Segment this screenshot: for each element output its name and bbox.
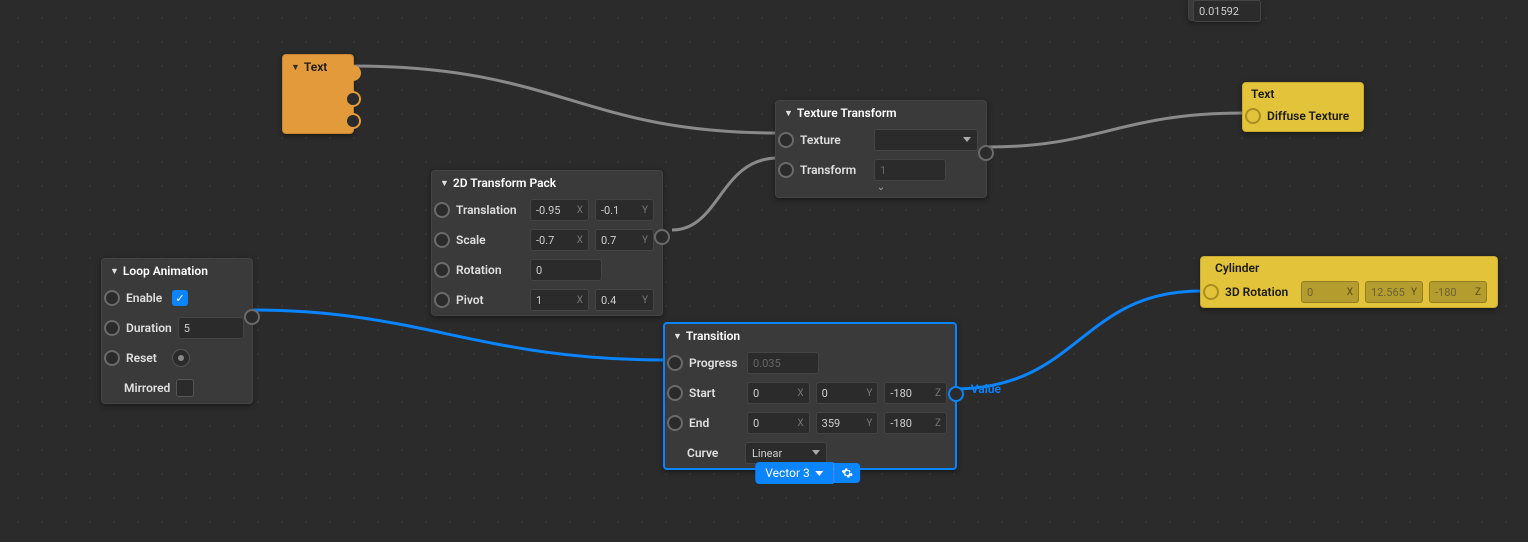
rotation-field[interactable]: 0 [530, 259, 602, 281]
chevron-down-icon: ▼ [110, 266, 119, 277]
node-title: Text [1251, 87, 1274, 101]
output-socket[interactable] [654, 229, 670, 245]
param-label: Translation [456, 203, 524, 217]
chevron-down-icon: ▼ [291, 62, 300, 73]
node-2d-transform-pack[interactable]: ▼ 2D Transform Pack Translation -0.95X -… [431, 170, 663, 316]
output-socket[interactable] [345, 113, 361, 129]
rot-z-field[interactable]: -180Z [1429, 281, 1487, 303]
reset-button[interactable] [172, 349, 190, 367]
chevron-down-icon: ▼ [673, 331, 682, 342]
node-header[interactable]: ▼ Texture Transform [776, 101, 986, 125]
node-header[interactable]: ▼ Loop Animation [102, 259, 252, 283]
mirrored-checkbox[interactable] [176, 379, 194, 397]
param-label: Pivot [456, 293, 524, 307]
translation-x-field[interactable]: -0.95X [530, 199, 589, 221]
input-socket[interactable] [667, 385, 683, 401]
output-socket[interactable] [244, 309, 260, 325]
input-socket[interactable] [1203, 284, 1219, 300]
pivot-y-field[interactable]: 0.4Y [595, 289, 654, 311]
node-title: Loop Animation [123, 264, 208, 278]
input-socket[interactable] [778, 132, 794, 148]
param-label: Rotation [456, 263, 524, 277]
scale-y-field[interactable]: 0.7Y [595, 229, 654, 251]
rot-x-field[interactable]: 0X [1301, 281, 1359, 303]
input-socket[interactable] [434, 232, 450, 248]
output-socket[interactable] [345, 65, 361, 81]
input-socket[interactable] [104, 290, 120, 306]
node-title: 2D Transform Pack [453, 176, 556, 190]
end-z-field[interactable]: -180Z [884, 412, 947, 434]
param-label: Duration [126, 321, 172, 335]
param-label: Curve [687, 446, 739, 460]
param-label: Scale [456, 233, 524, 247]
node-title: Text [304, 60, 327, 74]
duration-field[interactable]: 5 [178, 317, 244, 339]
input-socket[interactable] [1245, 108, 1261, 124]
input-socket[interactable] [778, 162, 794, 178]
node-texture-transform[interactable]: ▼ Texture Transform Texture Transform 1 … [775, 100, 987, 198]
translation-y-field[interactable]: -0.1Y [595, 199, 654, 221]
node-diffuse-texture[interactable]: Text Diffuse Texture [1242, 82, 1364, 132]
param-label: Reset [126, 351, 166, 365]
start-y-field[interactable]: 0Y [816, 382, 879, 404]
param-label: Mirrored [124, 381, 170, 395]
output-socket[interactable] [345, 91, 361, 107]
input-socket[interactable] [104, 320, 120, 336]
texture-select[interactable] [874, 129, 978, 151]
node-header[interactable]: ▼ Text [283, 55, 353, 79]
end-y-field[interactable]: 359Y [816, 412, 879, 434]
settings-button[interactable] [834, 463, 861, 483]
value: 0.01592 [1199, 5, 1239, 18]
output-socket[interactable] [978, 145, 994, 161]
chevron-down-icon[interactable]: ⌄ [877, 182, 885, 193]
input-socket[interactable] [434, 202, 450, 218]
param-label: Transform [800, 163, 868, 177]
end-x-field[interactable]: 0X [747, 412, 810, 434]
node-text[interactable]: ▼ Text [282, 54, 354, 134]
gear-icon [842, 467, 854, 479]
curve-select[interactable]: Linear [745, 442, 827, 464]
scale-x-field[interactable]: -0.7X [530, 229, 589, 251]
type-chip[interactable]: Vector 3 [755, 462, 833, 484]
param-label: Progress [689, 356, 741, 370]
chevron-down-icon: ▼ [784, 108, 793, 119]
output-label: Value [971, 382, 1001, 396]
enable-checkbox[interactable] [172, 290, 188, 306]
param-label: Diffuse Texture [1267, 109, 1349, 123]
start-x-field[interactable]: 0X [747, 382, 810, 404]
node-header[interactable]: Text [1243, 83, 1363, 101]
node-header[interactable]: Cylinder [1201, 257, 1497, 277]
input-socket[interactable] [667, 415, 683, 431]
rot-y-field[interactable]: 12.565Y [1365, 281, 1423, 303]
node-cylinder[interactable]: Cylinder 3D Rotation 0X 12.565Y -180Z [1200, 256, 1498, 308]
pivot-x-field[interactable]: 1X [530, 289, 589, 311]
input-socket[interactable] [434, 292, 450, 308]
input-socket[interactable] [104, 350, 120, 366]
node-transition[interactable]: ▼ Transition Progress 0.035 Start 0X 0Y … [663, 322, 957, 470]
start-z-field[interactable]: -180Z [884, 382, 947, 404]
param-label: Texture [800, 133, 868, 147]
param-label: End [689, 416, 741, 430]
param-label: Start [689, 386, 741, 400]
node-header[interactable]: ▼ Transition [665, 324, 955, 348]
node-header[interactable]: ▼ 2D Transform Pack [432, 171, 662, 195]
input-socket[interactable] [667, 355, 683, 371]
input-socket[interactable] [434, 262, 450, 278]
param-label: 3D Rotation [1225, 285, 1295, 299]
node-title: Transition [686, 329, 740, 343]
transform-field[interactable]: 1 [874, 159, 946, 181]
output-socket[interactable] [948, 386, 964, 402]
node-title: Texture Transform [797, 106, 897, 120]
node-title: Cylinder [1215, 261, 1259, 275]
node-loop-animation[interactable]: ▼ Loop Animation Enable Duration 5 Reset… [101, 258, 253, 404]
progress-field[interactable]: 0.035 [747, 352, 819, 374]
chevron-down-icon: ▼ [440, 178, 449, 189]
type-selector[interactable]: Vector 3 [755, 462, 860, 484]
param-label: Enable [126, 291, 166, 305]
